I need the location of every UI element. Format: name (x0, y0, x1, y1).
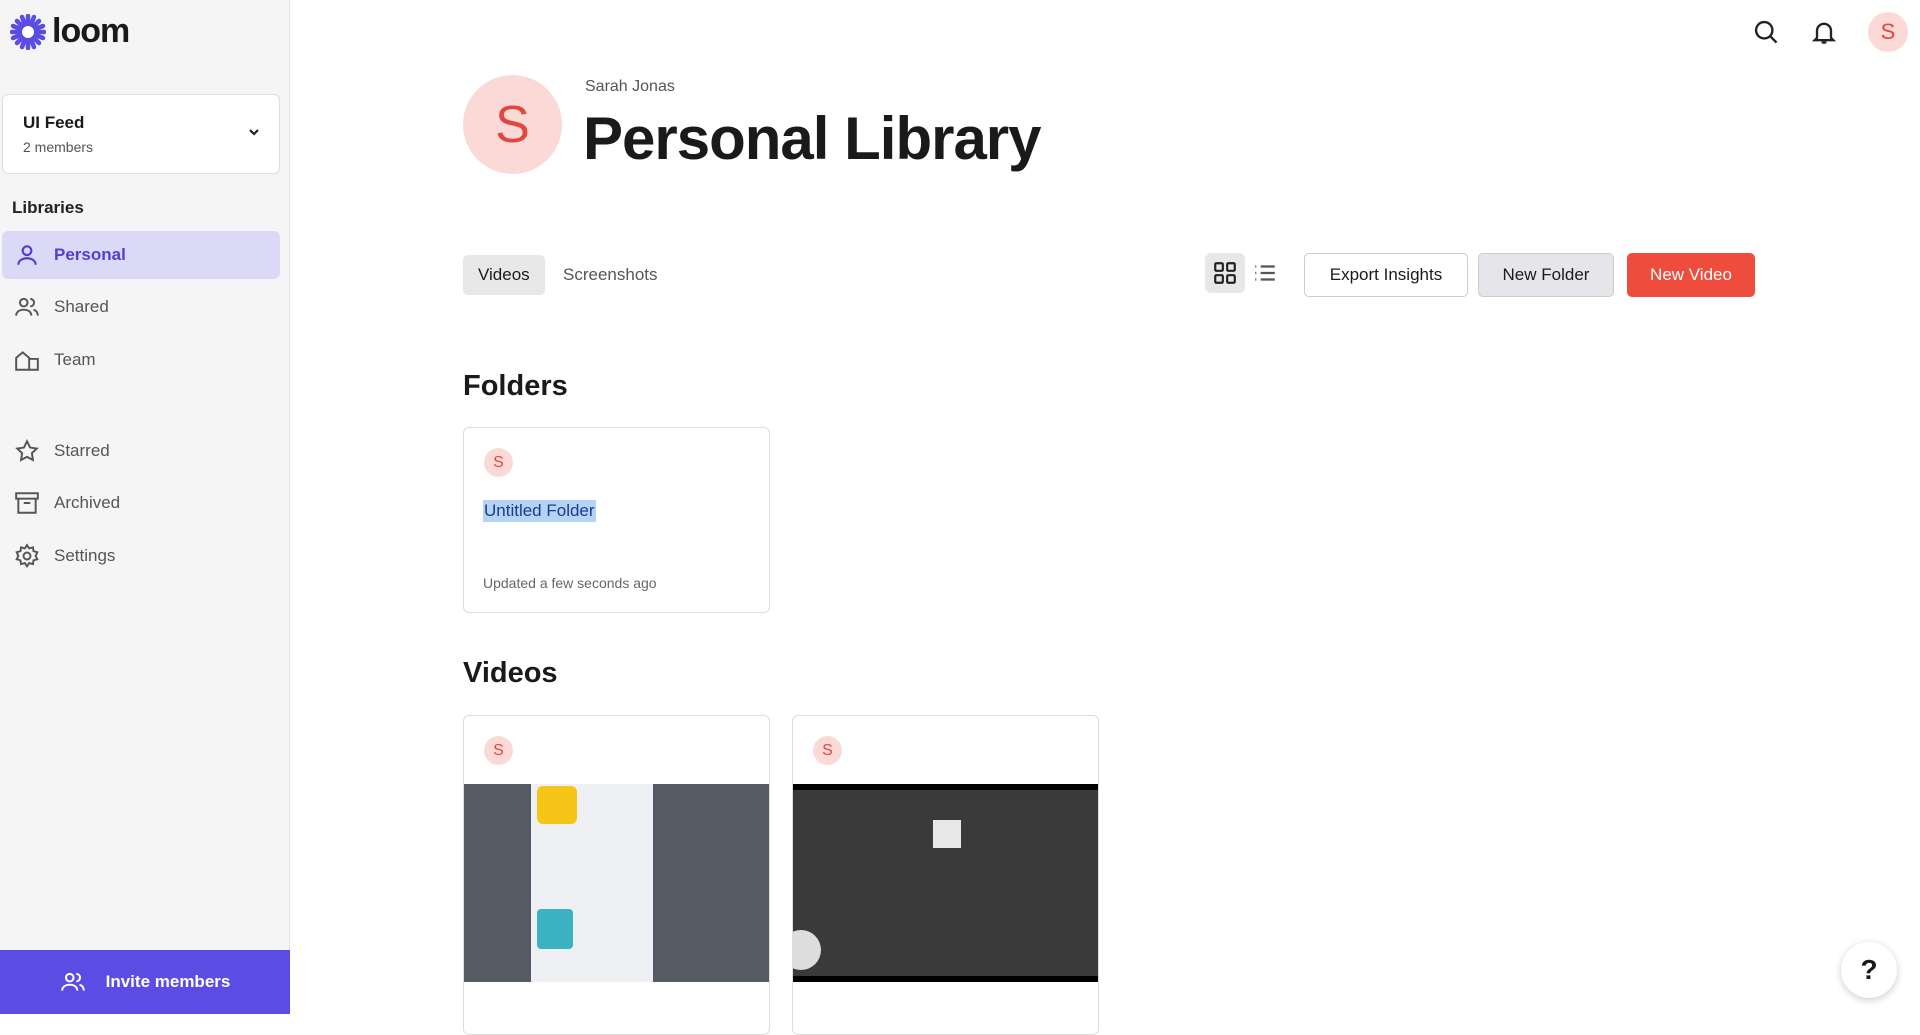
bell-icon[interactable] (1810, 18, 1838, 46)
export-insights-button[interactable]: Export Insights (1304, 253, 1468, 297)
list-icon (1255, 265, 1275, 281)
grid-view-button[interactable] (1205, 253, 1245, 293)
loom-asterisk-icon (10, 13, 46, 50)
libraries-label: Libraries (12, 198, 84, 217)
add-people-icon (60, 972, 85, 991)
sidebar-item-personal[interactable]: Personal (2, 231, 280, 279)
folder-owner-avatar: S (484, 448, 513, 477)
video-card[interactable]: S (792, 715, 1099, 1035)
people-icon (15, 297, 39, 316)
sidebar-item-starred[interactable]: Starred (2, 427, 280, 475)
tab-screenshots[interactable]: Screenshots (548, 255, 673, 295)
workspace-name: UI Feed (23, 113, 85, 132)
folder-name[interactable]: Untitled Folder (483, 500, 596, 522)
top-bar-actions: S (1752, 12, 1920, 52)
new-folder-button[interactable]: New Folder (1478, 253, 1614, 297)
sidebar-item-label: Starred (54, 441, 110, 460)
workspace-members: 2 members (23, 139, 94, 155)
building-icon (15, 351, 39, 371)
sidebar-item-settings[interactable]: Settings (2, 532, 280, 580)
page-title: Personal Library (583, 105, 1042, 172)
library-owner: Sarah Jonas (585, 78, 675, 95)
archive-icon (15, 492, 39, 514)
sidebar-item-label: Personal (54, 245, 126, 264)
invite-members-label: Invite members (105, 972, 231, 991)
loom-logo[interactable]: loom (10, 12, 130, 51)
video-owner-avatar: S (813, 736, 842, 765)
sidebar-item-shared[interactable]: Shared (2, 283, 280, 331)
folder-updated: Updated a few seconds ago (483, 575, 657, 591)
sidebar-item-label: Shared (54, 297, 109, 316)
new-video-button[interactable]: New Video (1627, 253, 1755, 297)
sidebar-item-team[interactable]: Team (2, 336, 280, 384)
video-thumbnail[interactable] (464, 784, 769, 982)
help-button[interactable]: ? (1841, 942, 1897, 998)
invite-members-button[interactable]: Invite members (0, 950, 290, 1014)
gear-icon (15, 543, 39, 569)
camera-bubble (793, 930, 821, 970)
sidebar-item-label: Team (54, 350, 96, 369)
chevron-down-icon (249, 129, 259, 136)
tab-videos[interactable]: Videos (463, 255, 545, 295)
list-view-button[interactable] (1245, 253, 1285, 293)
loading-box (933, 820, 961, 848)
folder-card[interactable]: S Untitled Folder Updated a few seconds … (463, 427, 770, 613)
search-icon[interactable] (1752, 18, 1780, 46)
sidebar-item-label: Archived (54, 493, 121, 512)
video-owner-avatar: S (484, 736, 513, 765)
library-avatar: S (463, 75, 562, 174)
app-screenshot (531, 784, 653, 982)
folders-heading: Folders (463, 370, 568, 402)
star-icon (15, 439, 39, 462)
video-card[interactable]: S (463, 715, 770, 1035)
sidebar: loom UI Feed 2 members Libraries Persona… (0, 0, 290, 1014)
workspace-switcher[interactable]: UI Feed 2 members (2, 94, 280, 174)
sidebar-item-archived[interactable]: Archived (2, 479, 280, 527)
sidebar-item-label: Settings (54, 546, 116, 565)
user-avatar[interactable]: S (1868, 12, 1908, 52)
video-thumbnail[interactable] (793, 784, 1098, 982)
brand-name: loom (52, 12, 130, 50)
grid-icon (1214, 262, 1236, 284)
videos-heading: Videos (463, 657, 558, 689)
person-icon (17, 245, 37, 265)
